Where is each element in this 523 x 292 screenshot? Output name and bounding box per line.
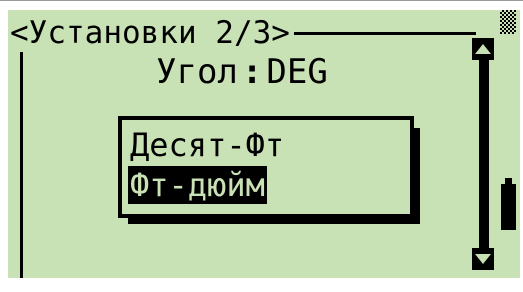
option-feet-inch[interactable]: Фт-дюйм xyxy=(128,166,267,204)
angle-separator: : xyxy=(241,52,263,92)
lcd-screen: <Установки 2/3> Угол: DEG Десят-Фт Фт-дюй… xyxy=(8,10,520,278)
battery-body xyxy=(501,184,516,230)
checker-pattern-icon xyxy=(500,10,516,34)
option-decimal-feet[interactable]: Десят-Фт xyxy=(128,126,286,164)
frame-left-border xyxy=(20,32,23,278)
triangle-up-icon xyxy=(475,44,491,54)
scroll-up-button[interactable] xyxy=(472,38,494,60)
angle-label: Угол xyxy=(156,52,238,92)
screen-title: <Установки 2/3> xyxy=(10,14,294,52)
angle-value: DEG xyxy=(266,52,328,92)
battery-icon xyxy=(501,178,516,230)
triangle-down-icon xyxy=(475,254,491,264)
unit-options-popup: Десят-Фт Фт-дюйм xyxy=(118,116,414,218)
scroll-down-button[interactable] xyxy=(472,248,494,270)
scrollbar-track[interactable] xyxy=(479,38,489,268)
top-divider xyxy=(0,0,523,1)
angle-setting-row[interactable]: Угол: DEG xyxy=(156,52,328,92)
